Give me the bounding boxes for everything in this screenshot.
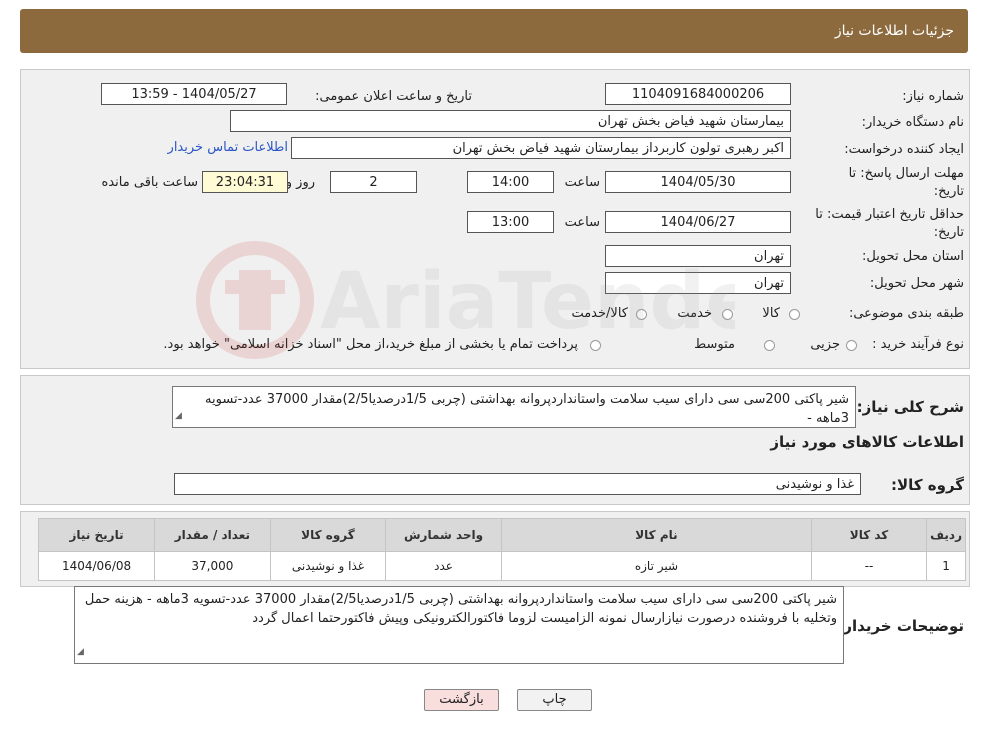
items-table: ردیف کد کالا نام کالا واحد شمارش گروه کا… [37, 518, 966, 581]
process-option-partial: جزیی [810, 337, 840, 352]
cell-name: شیر تازه [500, 551, 812, 581]
city-field: تهران [605, 272, 791, 294]
cell-group: غذا و نوشیدنی [269, 551, 387, 581]
buyer-notes-text: شیر پاکتی 200سی سی دارای سیب سلامت واستا… [84, 592, 837, 626]
page-header: جزئیات اطلاعات نیاز [20, 9, 968, 53]
resize-grip-icon[interactable]: ◢ [77, 643, 84, 662]
buyer-contact-link[interactable]: اطلاعات تماس خریدار [168, 140, 288, 155]
deadline-days-field: 2 [330, 171, 417, 193]
col-group: گروه کالا [269, 518, 387, 552]
validity-time-field: 13:00 [467, 211, 554, 233]
cell-code: -- [810, 551, 928, 581]
announce-label: تاریخ و ساعت اعلان عمومی: [315, 89, 472, 104]
col-date: تاریخ نیاز [37, 518, 156, 552]
announce-field: 1404/05/27 - 13:59 [101, 83, 287, 105]
resize-grip-icon[interactable]: ◢ [175, 407, 182, 426]
buyer-field: بیمارستان شهید فیاض بخش تهران [230, 110, 791, 132]
category-radio-goods-service[interactable] [636, 309, 647, 320]
category-option-goods: کالا [762, 306, 780, 321]
group-label: گروه کالا: [891, 476, 964, 494]
process-option-medium: متوسط [694, 337, 735, 352]
cell-date: 1404/06/08 [37, 551, 156, 581]
cell-unit: عدد [385, 551, 502, 581]
summary-label: شرح کلی نیاز: [856, 398, 964, 416]
creator-label: ایجاد کننده درخواست: [844, 142, 964, 157]
validity-label: حداقل تاریخ اعتبار قیمت: تا [815, 207, 964, 222]
table-row[interactable]: 1 -- شیر تازه عدد غذا و نوشیدنی 37,000 1… [37, 551, 966, 581]
col-qty: تعداد / مقدار [154, 518, 271, 552]
group-field: غذا و نوشیدنی [174, 473, 861, 495]
process-radio-partial[interactable] [846, 340, 857, 351]
days-label: روز و [285, 175, 315, 190]
summary-textarea[interactable]: شیر پاکتی 200سی سی دارای سیب سلامت واستا… [172, 386, 856, 428]
validity-time-label: ساعت [564, 215, 600, 230]
category-radio-goods[interactable] [789, 309, 800, 320]
buyer-notes-label: توضیحات خریدار: [837, 617, 964, 635]
table-header-row: ردیف کد کالا نام کالا واحد شمارش گروه کا… [37, 518, 966, 552]
creator-field: اکبر رهبری تولون کاربرداز بیمارستان شهید… [291, 137, 791, 159]
deadline-label-2: تاریخ: [933, 184, 964, 199]
category-option-goods-service: کالا/خدمت [571, 306, 628, 321]
goods-info-title: اطلاعات کالاهای مورد نیاز [770, 433, 964, 451]
province-label: استان محل تحویل: [862, 249, 964, 264]
deadline-date-field: 1404/05/30 [605, 171, 791, 193]
print-button[interactable]: چاپ [517, 689, 592, 711]
validity-date-field: 1404/06/27 [605, 211, 791, 233]
validity-label-2: تاریخ: [933, 225, 964, 240]
category-radio-service[interactable] [722, 309, 733, 320]
need-number-label: شماره نیاز: [902, 89, 964, 104]
summary-text: شیر پاکتی 200سی سی دارای سیب سلامت واستا… [205, 392, 849, 426]
buyer-label: نام دستگاه خریدار: [861, 115, 964, 130]
col-name: نام کالا [500, 518, 812, 552]
remaining-label: ساعت باقی مانده [101, 175, 198, 190]
process-label: نوع فرآیند خرید : [872, 337, 964, 352]
process-radio-medium[interactable] [764, 340, 775, 351]
buyer-notes-textarea[interactable]: شیر پاکتی 200سی سی دارای سیب سلامت واستا… [74, 586, 844, 664]
back-button[interactable]: بازگشت [424, 689, 499, 711]
need-number-field: 1104091684000206 [605, 83, 791, 105]
col-row: ردیف [926, 518, 966, 552]
remaining-time-field: 23:04:31 [202, 171, 288, 193]
cell-qty: 37,000 [154, 551, 271, 581]
col-code: کد کالا [810, 518, 928, 552]
category-label: طبقه بندی موضوعی: [848, 306, 964, 321]
deadline-time-label: ساعت [564, 175, 600, 190]
province-field: تهران [605, 245, 791, 267]
deadline-label: مهلت ارسال پاسخ: تا [848, 166, 964, 181]
cell-row: 1 [926, 551, 966, 581]
page-title: جزئیات اطلاعات نیاز [834, 23, 954, 39]
category-option-service: خدمت [677, 306, 712, 321]
city-label: شهر محل تحویل: [869, 276, 964, 291]
deadline-time-field: 14:00 [467, 171, 554, 193]
col-unit: واحد شمارش [385, 518, 502, 552]
process-radio-treasury[interactable] [590, 340, 601, 351]
process-note: پرداخت تمام یا بخشی از مبلغ خرید،از محل … [163, 337, 578, 352]
